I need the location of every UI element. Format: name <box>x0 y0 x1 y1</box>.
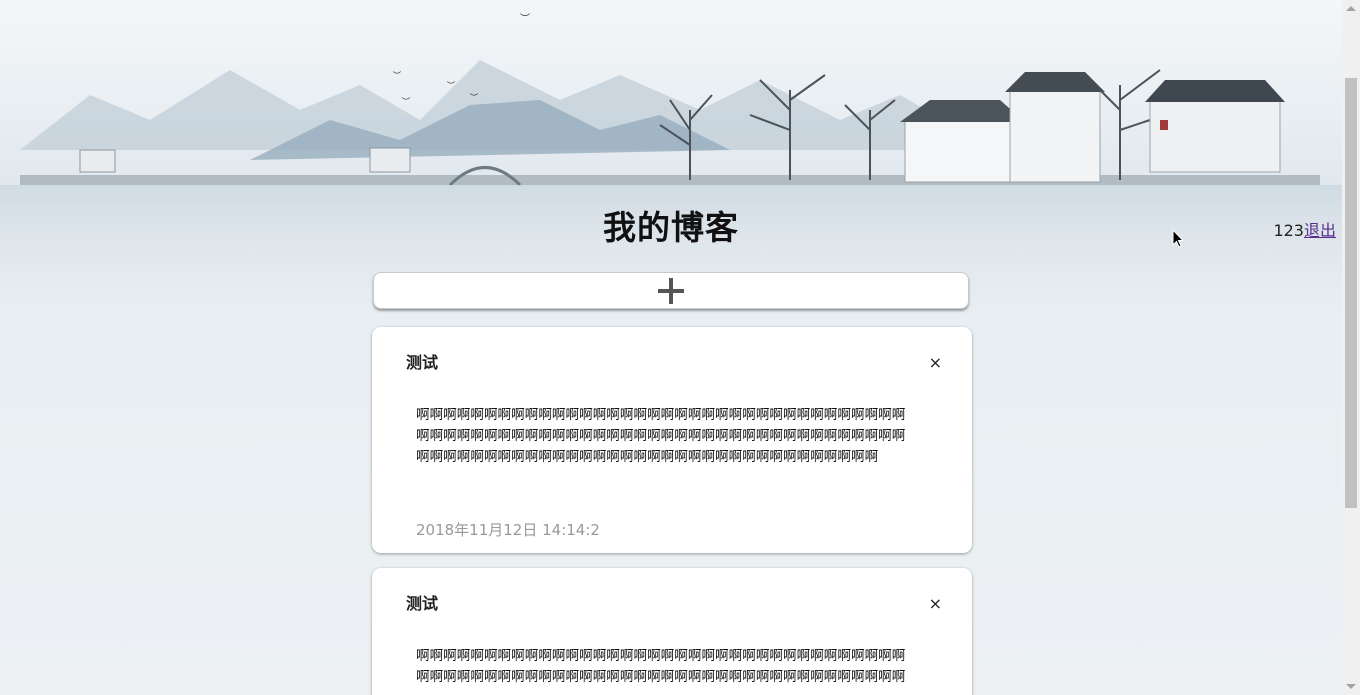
logout-link[interactable]: 退出 <box>1304 221 1336 240</box>
svg-text:︶: ︶ <box>447 80 455 90</box>
post-card: 测试 × 啊啊啊啊啊啊啊啊啊啊啊啊啊啊啊啊啊啊啊啊啊啊啊啊啊啊啊啊啊啊啊啊啊啊啊… <box>372 327 972 553</box>
scroll-up-arrow-icon[interactable] <box>1346 6 1356 11</box>
delete-post-button[interactable]: × <box>929 595 942 613</box>
post-content: 啊啊啊啊啊啊啊啊啊啊啊啊啊啊啊啊啊啊啊啊啊啊啊啊啊啊啊啊啊啊啊啊啊啊啊啊啊啊啊啊… <box>416 407 906 465</box>
mouse-cursor-icon <box>1172 229 1184 248</box>
plus-icon <box>658 277 684 304</box>
svg-text:︶: ︶ <box>520 13 530 25</box>
add-post-button[interactable] <box>373 272 969 309</box>
post-date: 2018年11月12日 14:14:2 <box>416 521 600 539</box>
scrollbar-thumb[interactable] <box>1345 78 1357 508</box>
delete-post-button[interactable]: × <box>929 354 942 372</box>
svg-text:︶: ︶ <box>393 70 401 80</box>
user-box: 123退出 <box>1273 217 1336 241</box>
scroll-down-arrow-icon[interactable] <box>1346 684 1356 689</box>
post-title[interactable]: 测试 <box>406 349 438 373</box>
svg-text:︶: ︶ <box>470 92 478 102</box>
vertical-scrollbar[interactable] <box>1342 0 1360 695</box>
post-content: 啊啊啊啊啊啊啊啊啊啊啊啊啊啊啊啊啊啊啊啊啊啊啊啊啊啊啊啊啊啊啊啊啊啊啊啊啊啊啊啊… <box>416 648 906 685</box>
post-card: 测试 × 啊啊啊啊啊啊啊啊啊啊啊啊啊啊啊啊啊啊啊啊啊啊啊啊啊啊啊啊啊啊啊啊啊啊啊… <box>372 568 972 695</box>
username: 123 <box>1273 221 1304 240</box>
page-title: 我的博客 <box>603 208 739 247</box>
post-title[interactable]: 测试 <box>406 590 438 614</box>
svg-text:︶: ︶ <box>402 96 410 106</box>
